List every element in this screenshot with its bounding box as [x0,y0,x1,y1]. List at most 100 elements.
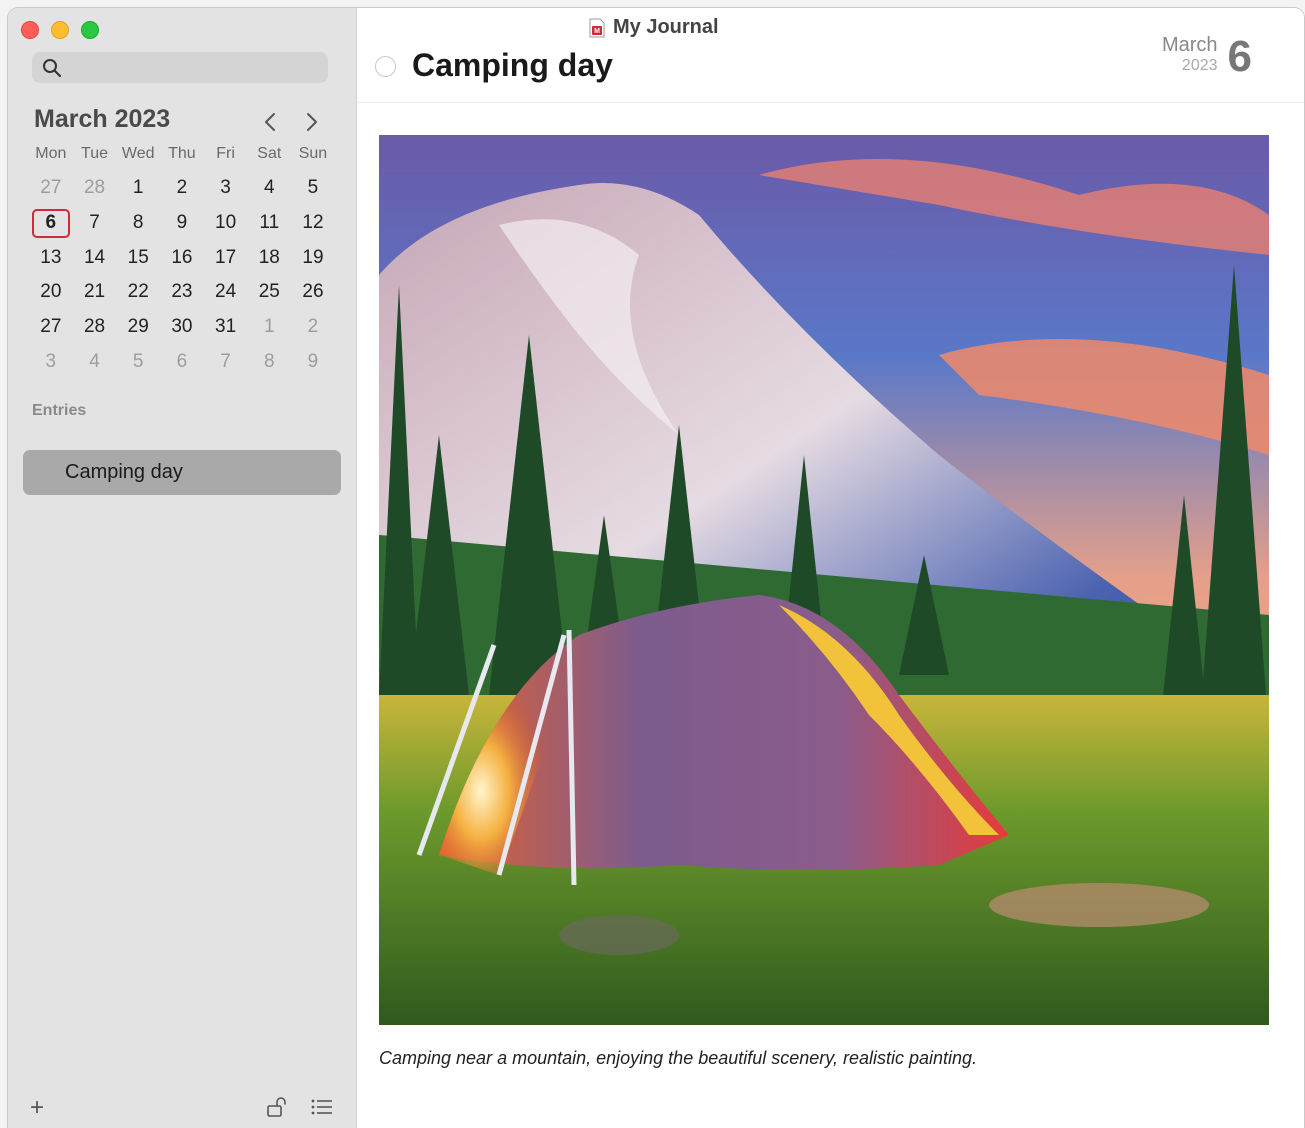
calendar-day-number: 1 [263,316,275,338]
calendar-day-number: 26 [302,281,324,303]
calendar-day[interactable]: 9 [291,344,335,379]
calendar-day[interactable]: 4 [73,344,117,379]
entry-complete-toggle[interactable] [375,56,396,77]
entry-title[interactable]: Camping day [412,47,613,84]
calendar-day[interactable]: 28 [73,310,117,345]
chevron-left-icon [265,113,275,131]
calendar-day[interactable]: 5 [291,171,335,206]
calendar-day[interactable]: 17 [204,240,248,275]
calendar-day-number: 12 [302,212,324,234]
calendar-day-number: 8 [263,350,275,372]
weekday-label: Sun [298,145,328,162]
weekday-label: Fri [216,145,235,162]
camping-painting-image [379,135,1269,1025]
calendar-day[interactable]: 29 [116,310,160,345]
calendar-day[interactable]: 19 [291,240,335,275]
entry-date-month: March [1161,34,1218,56]
entry-editor: M My Journal Camping day March 2023 6 Ca… [357,8,1304,1128]
next-month-button[interactable] [300,110,324,134]
calendar-day-number: 1 [132,177,144,199]
calendar-day-number: 14 [83,246,106,268]
window-title-label: My Journal [613,16,719,38]
calendar-day[interactable]: 24 [204,275,248,310]
calendar-day-selected[interactable]: 6 [29,206,73,241]
calendar-day[interactable]: 12 [291,206,335,241]
calendar-day[interactable]: 11 [247,206,291,241]
calendar-day-number: 4 [89,350,100,372]
weekday-label: Mon [35,145,67,162]
calendar-day-number: 30 [171,316,193,338]
calendar-day[interactable]: 26 [291,275,335,310]
journal-document-icon: M [589,18,605,37]
calendar-day[interactable]: 27 [29,310,73,345]
calendar-day[interactable]: 6 [160,344,204,379]
calendar-day[interactable]: 15 [116,240,160,275]
calendar-day[interactable]: 2 [160,171,204,206]
calendar-day[interactable]: 5 [116,344,160,379]
calendar-day[interactable]: 13 [29,240,73,275]
calendar-day[interactable]: 7 [204,344,248,379]
calendar-day[interactable]: 28 [73,171,117,206]
close-window-button[interactable] [21,21,39,39]
calendar-day-number: 16 [171,246,193,268]
calendar-day-number: 15 [127,246,149,268]
search-field[interactable] [32,52,328,85]
calendar-day[interactable]: 8 [116,206,160,241]
previous-month-button[interactable] [258,110,282,134]
weekday-label: Thu [168,145,196,162]
calendar-day[interactable]: 10 [204,206,248,241]
list-view-button[interactable] [311,1098,333,1121]
calendar-day-number: 24 [215,281,237,303]
calendar-day-number: 8 [132,212,144,234]
calendar-day[interactable]: 2 [291,310,335,345]
entry-list-item[interactable]: Camping day [23,450,341,495]
search-icon [43,59,62,78]
calendar-day-number: 31 [215,316,237,338]
chevron-right-icon [307,113,317,131]
add-entry-button[interactable]: + [30,1094,44,1122]
sidebar-bottom-toolbar: + [8,1088,356,1128]
window-title: M My Journal [589,16,719,39]
weekday-label: Sat [257,145,282,162]
lock-button[interactable] [266,1096,288,1123]
calendar-day-number: 19 [302,246,324,268]
calendar-day[interactable]: 30 [160,310,204,345]
unlock-icon [267,1097,286,1117]
entry-body-text[interactable]: Camping near a mountain, enjoying the be… [379,1048,977,1069]
entry-date-year: 2023 [1181,57,1218,74]
calendar-day[interactable]: 4 [247,171,291,206]
calendar-day-number: 3 [45,350,57,372]
calendar-day[interactable]: 8 [247,344,291,379]
calendar-day[interactable]: 21 [73,275,117,310]
calendar-day[interactable]: 20 [29,275,73,310]
calendar-month-title: March 2023 [34,105,171,133]
calendar-day-number: 28 [83,316,106,338]
calendar-day[interactable]: 18 [247,240,291,275]
window-controls [21,21,99,39]
calendar-day[interactable]: 1 [116,171,160,206]
calendar-day-number: 25 [258,281,280,303]
calendar-day[interactable]: 25 [247,275,291,310]
calendar-day-number: 20 [40,281,62,303]
calendar-day[interactable]: 23 [160,275,204,310]
calendar-day[interactable]: 14 [73,240,117,275]
search-input[interactable] [68,52,322,85]
calendar-day[interactable]: 27 [29,171,73,206]
calendar-day-number: 9 [176,212,188,234]
calendar-day[interactable]: 16 [160,240,204,275]
calendar-day[interactable]: 3 [204,171,248,206]
calendar-day-number: 22 [127,281,149,303]
calendar-day[interactable]: 9 [160,206,204,241]
zoom-window-button[interactable] [81,21,99,39]
minimize-window-button[interactable] [51,21,69,39]
calendar-day[interactable]: 1 [247,310,291,345]
entries-section-label: Entries [32,402,87,419]
list-icon [311,1099,332,1115]
calendar-day[interactable]: 22 [116,275,160,310]
calendar-day[interactable]: 3 [29,344,73,379]
entry-image[interactable] [379,135,1269,1025]
calendar-day[interactable]: 7 [73,206,117,241]
calendar-day[interactable]: 31 [204,310,248,345]
entry-date-day: 6 [1227,32,1252,81]
weekday-label: Tue [81,145,109,162]
